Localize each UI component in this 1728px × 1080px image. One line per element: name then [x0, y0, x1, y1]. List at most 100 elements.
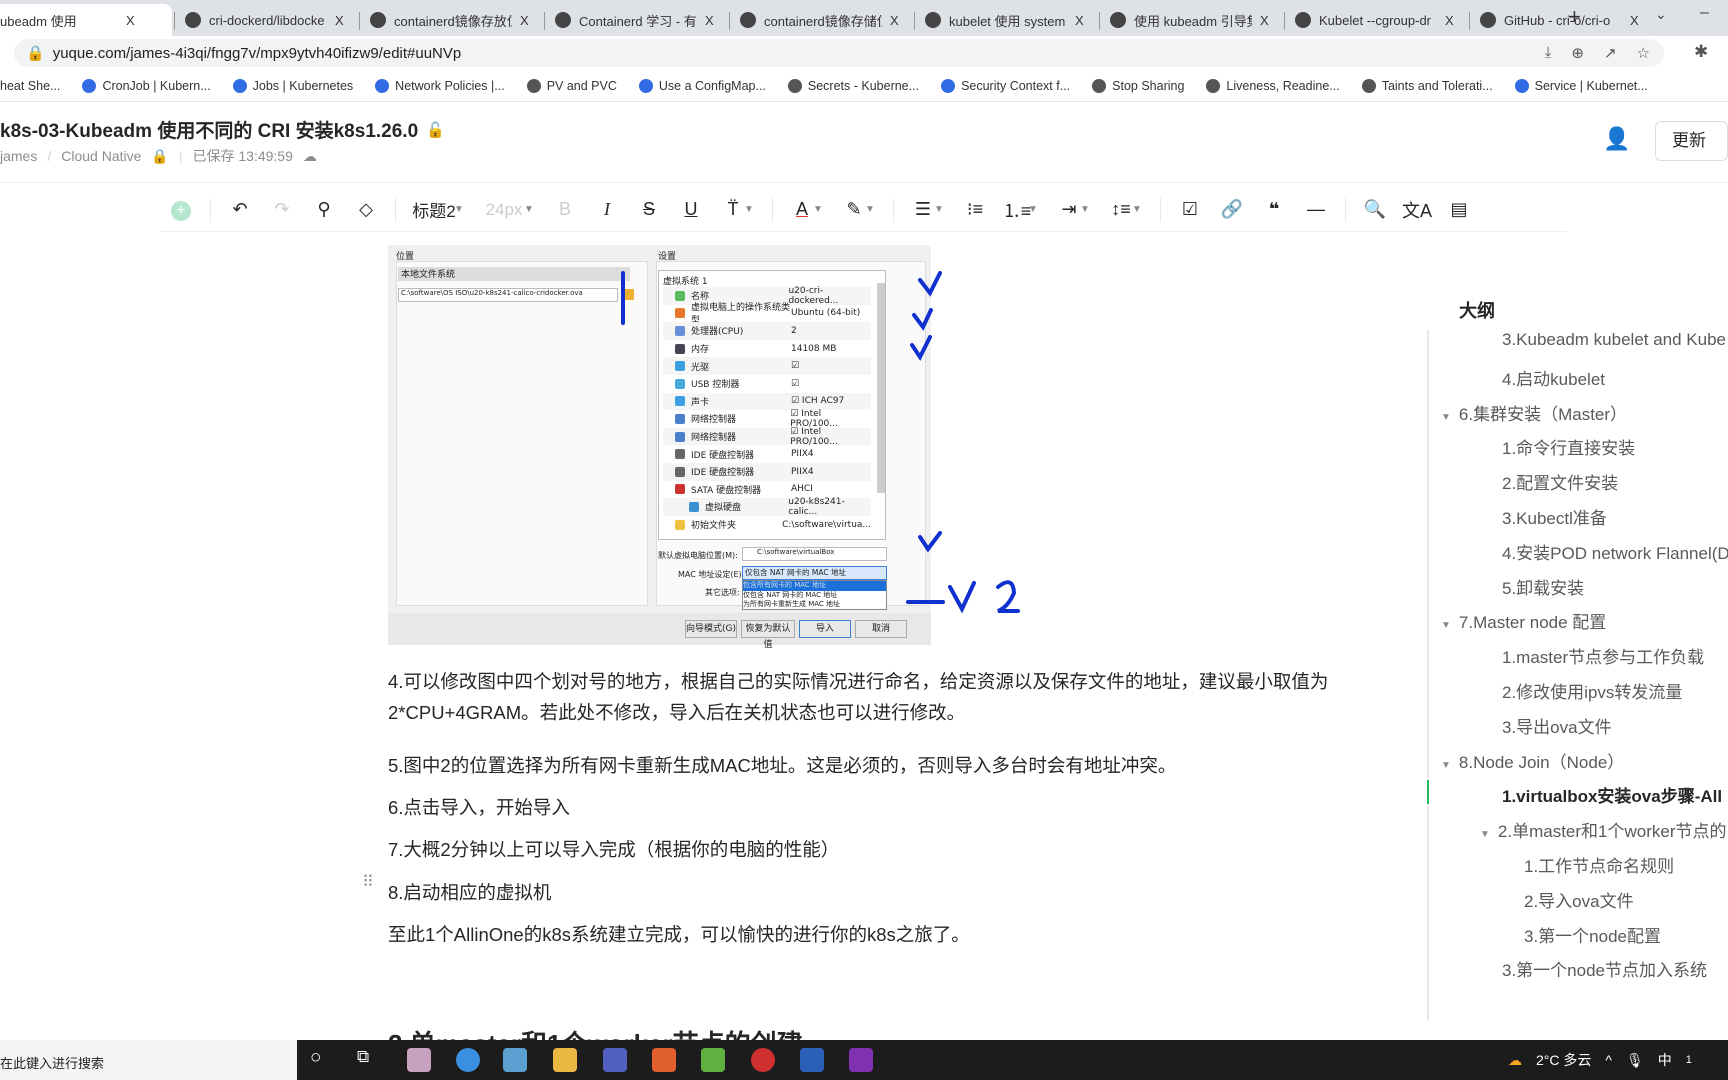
clock[interactable]: 1 — [1686, 1054, 1692, 1066]
quote-icon[interactable]: ❝ — [1253, 199, 1295, 220]
app-icon[interactable] — [407, 1048, 431, 1072]
word-icon[interactable] — [800, 1048, 824, 1072]
microphone-icon[interactable]: 🎙 — [1626, 1052, 1644, 1069]
tab[interactable]: kubelet 使用 system X — [915, 4, 1097, 36]
link-icon[interactable]: 🔗 — [1211, 199, 1253, 220]
bookmark[interactable]: Secrets - Kuberne... — [787, 78, 919, 93]
weather-icon[interactable]: ☁ — [1508, 1052, 1522, 1069]
outline-item[interactable]: 2.导入ova文件 — [1524, 887, 1634, 912]
chevron-down-icon[interactable]: ▼ — [1441, 412, 1451, 423]
bookmark[interactable]: Service | Kubernet... — [1514, 78, 1648, 93]
outline-item[interactable]: 1.master节点参与工作负载 — [1502, 643, 1704, 668]
star-icon[interactable]: ☆ — [1637, 44, 1650, 62]
bullet-list-icon[interactable]: ⁝≡ — [954, 199, 996, 220]
bookmark[interactable]: Use a ConfigMap... — [638, 78, 766, 93]
outline-item[interactable]: 3.第一个node节点加入系统 — [1502, 956, 1707, 981]
drag-handle-icon[interactable]: ⠿ — [362, 872, 374, 892]
translate-icon[interactable]: 文A — [1396, 197, 1438, 223]
chevron-down-icon[interactable]: ▼ — [1441, 620, 1451, 631]
breadcrumb-author[interactable]: james — [0, 148, 37, 164]
update-button[interactable]: 更新 — [1655, 121, 1728, 161]
outline-item[interactable]: 5.卸载安装 — [1502, 574, 1584, 599]
url-bar[interactable]: 🔒 yuque.com/james-4i3qi/fngg7v/mpx9ytvh4… — [14, 39, 1664, 67]
task-view-icon[interactable]: ⧉ — [357, 1047, 369, 1067]
app-icon[interactable] — [751, 1048, 775, 1072]
outline-item[interactable]: 2.修改使用ipvs转发流量 — [1502, 678, 1682, 703]
outline-item[interactable]: ▼ 6.集群安装（Master） — [1441, 400, 1627, 425]
minimize-icon[interactable]: – — [1700, 4, 1709, 22]
weather-text[interactable]: 2°C 多云 — [1536, 1050, 1591, 1070]
tab-search-icon[interactable]: ⌄ — [1655, 6, 1667, 23]
tab[interactable]: ubeadm 使用 X — [0, 4, 172, 36]
cortana-icon[interactable]: ○ — [310, 1047, 321, 1069]
insert-icon[interactable]: + — [160, 199, 202, 221]
close-tab-icon[interactable]: X — [1445, 13, 1454, 28]
template-icon[interactable]: ▤ — [1438, 199, 1480, 220]
italic-button[interactable]: I — [586, 199, 628, 220]
outline-item[interactable]: 2.配置文件安装 — [1502, 469, 1618, 494]
outline-item[interactable]: 3.第一个node配置 — [1524, 922, 1661, 947]
bookmark[interactable]: Taints and Tolerati... — [1361, 78, 1493, 93]
bookmark[interactable]: PV and PVC — [526, 78, 617, 93]
chevron-down-icon[interactable]: ▼ — [1480, 829, 1490, 840]
tab[interactable]: Containerd 学习 - 有 X — [545, 4, 727, 36]
bookmark[interactable]: heat She... — [0, 79, 60, 93]
breadcrumb-book[interactable]: Cloud Native — [61, 148, 141, 164]
chrome-icon[interactable] — [456, 1048, 480, 1072]
close-tab-icon[interactable]: X — [126, 13, 135, 28]
outline-item[interactable]: 1.工作节点命名规则 — [1524, 852, 1674, 877]
extensions-icon[interactable]: ✱ — [1694, 42, 1708, 62]
outline-item[interactable]: 4.启动kubelet — [1502, 365, 1605, 390]
close-tab-icon[interactable]: X — [890, 13, 899, 28]
tab[interactable]: containerd镜像存放位 X — [360, 4, 542, 36]
app-icon[interactable] — [701, 1048, 725, 1072]
file-explorer-icon[interactable] — [553, 1048, 577, 1072]
virtualbox-icon[interactable] — [503, 1048, 527, 1072]
teams-icon[interactable] — [603, 1048, 627, 1072]
close-tab-icon[interactable]: X — [1260, 13, 1269, 28]
outline-item[interactable]: 3.Kubectl准备 — [1502, 504, 1607, 529]
close-tab-icon[interactable]: X — [520, 13, 529, 28]
outline-item[interactable]: 1.命令行直接安装 — [1502, 434, 1635, 459]
chevron-down-icon[interactable]: ▼ — [1441, 760, 1451, 771]
tab[interactable]: GitHub - cri-o/cri-o X — [1470, 4, 1652, 36]
bookmark[interactable]: Jobs | Kubernetes — [232, 78, 353, 93]
undo-icon[interactable]: ↶ — [219, 199, 261, 220]
taskbar-search[interactable]: 在此键入进行搜索 — [0, 1040, 297, 1080]
outline-item[interactable]: 4.安装POD network Flannel(D — [1502, 539, 1728, 564]
ime-indicator[interactable]: 中 — [1658, 1050, 1672, 1070]
redo-icon[interactable]: ↷ — [261, 199, 303, 220]
close-tab-icon[interactable]: X — [335, 13, 344, 28]
app-icon[interactable] — [652, 1048, 676, 1072]
outline-item[interactable]: 1.virtualbox安装ova步骤-All — [1502, 782, 1722, 807]
bold-button[interactable]: B — [544, 199, 586, 220]
search-doc-icon[interactable]: 🔍 — [1354, 199, 1396, 220]
close-tab-icon[interactable]: X — [1630, 13, 1639, 28]
bookmark[interactable]: Security Context f... — [941, 78, 1070, 93]
new-tab-button[interactable]: + — [1568, 4, 1581, 30]
underline-button[interactable]: U — [670, 199, 712, 220]
onenote-icon[interactable] — [849, 1048, 873, 1072]
task-list-icon[interactable]: ☑ — [1169, 199, 1211, 220]
bookmark[interactable]: Liveness, Readine... — [1206, 78, 1340, 93]
tab[interactable]: 使用 kubeadm 引导集 X — [1100, 4, 1282, 36]
share-icon[interactable]: ↗ — [1604, 44, 1617, 62]
bookmark[interactable]: Network Policies |... — [375, 78, 505, 93]
outline-item[interactable]: ▼ 8.Node Join（Node） — [1441, 748, 1624, 773]
tab[interactable]: containerd镜像存储位 X — [730, 4, 912, 36]
close-tab-icon[interactable]: X — [1075, 13, 1084, 28]
clear-format-icon[interactable]: ◇ — [345, 199, 387, 220]
bookmark[interactable]: Stop Sharing — [1092, 78, 1184, 93]
zoom-icon[interactable]: ⊕ — [1571, 44, 1584, 62]
divider-icon[interactable]: — — [1295, 199, 1337, 220]
tab[interactable]: Kubelet --cgroup-dr X — [1285, 4, 1467, 36]
outline-item[interactable]: ▼ 7.Master node 配置 — [1441, 608, 1606, 633]
outline-item[interactable]: 3.导出ova文件 — [1502, 713, 1612, 738]
add-collaborator-icon[interactable]: 👤 — [1603, 126, 1630, 152]
tab[interactable]: cri-dockerd/libdocke X — [175, 4, 357, 36]
strikethrough-button[interactable]: S — [628, 199, 670, 220]
close-tab-icon[interactable]: X — [705, 13, 714, 28]
outline-item[interactable]: 3.Kubeadm kubelet and Kube — [1502, 330, 1726, 350]
bookmark[interactable]: CronJob | Kubern... — [82, 78, 211, 93]
format-painter-icon[interactable]: ⚲ — [303, 199, 345, 220]
